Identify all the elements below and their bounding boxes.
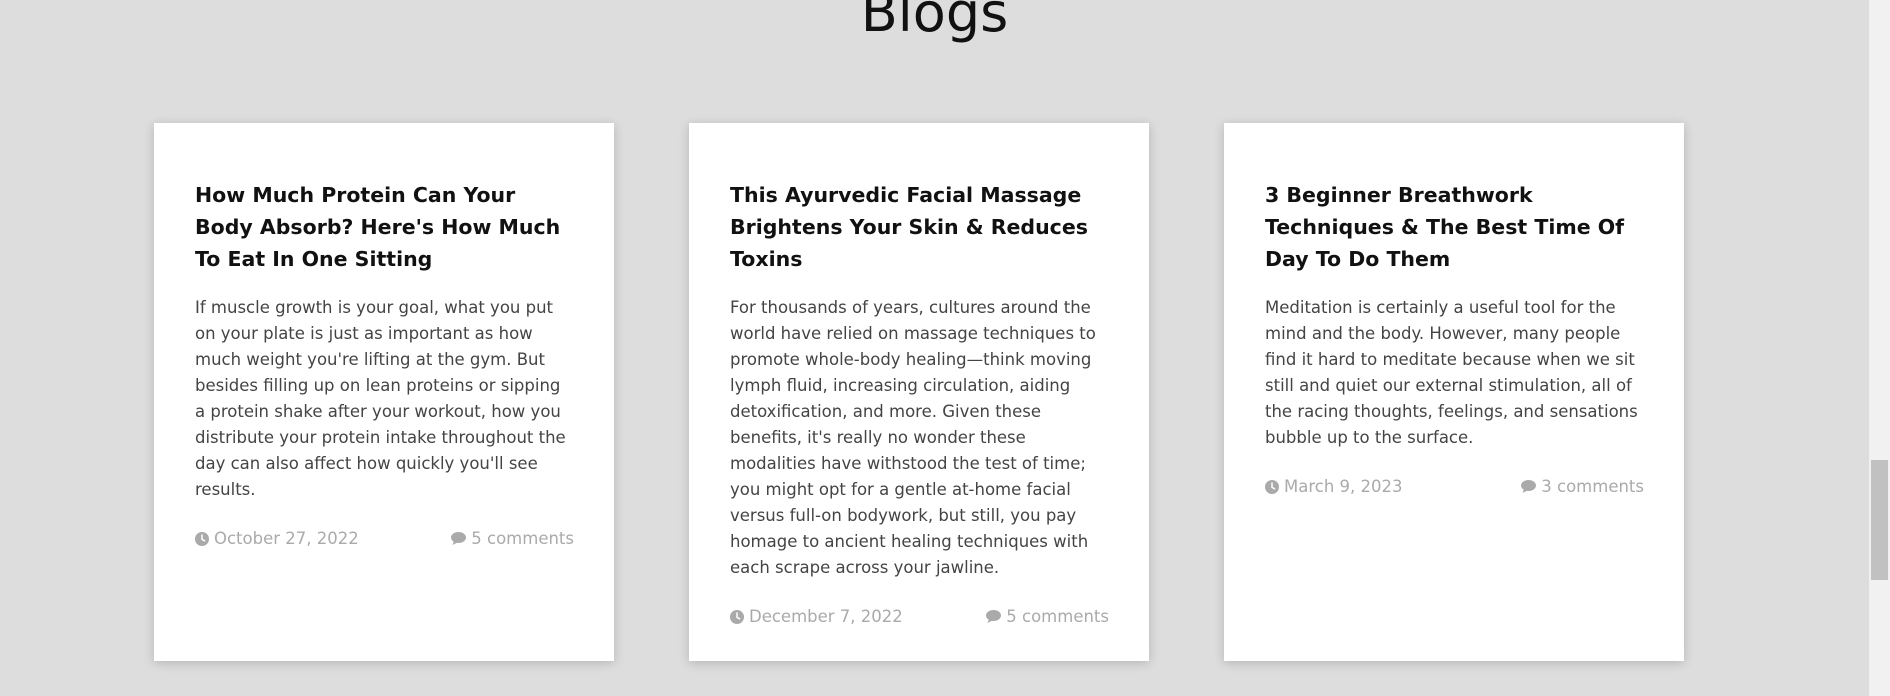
clock-icon [730,609,744,624]
blog-card-excerpt: For thousands of years, cultures around … [730,298,1096,577]
clock-icon [1265,479,1279,494]
clock-icon [195,531,209,546]
blog-card-meta: October 27, 2022 5 comments [195,529,574,548]
post-date: October 27, 2022 [195,529,359,548]
blog-card-excerpt: Meditation is certainly a useful tool fo… [1265,298,1638,447]
blog-card-title[interactable]: This Ayurvedic Facial Massage Brightens … [730,179,1109,275]
blog-card-title[interactable]: How Much Protein Can Your Body Absorb? H… [195,179,574,275]
post-date-text: March 9, 2023 [1284,477,1403,496]
blog-card-excerpt: If muscle growth is your goal, what you … [195,298,566,499]
blogs-page: Blogs How Much Protein Can Your Body Abs… [0,0,1890,696]
scrollbar-thumb[interactable] [1871,460,1888,580]
post-comments-link[interactable]: 5 comments [986,607,1109,626]
post-date: December 7, 2022 [730,607,903,626]
post-date: March 9, 2023 [1265,477,1403,496]
post-comments-link[interactable]: 5 comments [451,529,574,548]
blog-card-title[interactable]: 3 Beginner Breathwork Techniques & The B… [1265,179,1644,275]
section-title: Blogs [860,0,1009,44]
blog-card-meta: December 7, 2022 5 comments [730,607,1109,626]
post-comments-text: 5 comments [471,529,574,548]
post-comments-text: 3 comments [1541,477,1644,496]
post-date-text: October 27, 2022 [214,529,359,548]
comment-icon [986,610,1002,623]
blog-card-meta: March 9, 2023 3 comments [1265,477,1644,496]
comment-icon [451,532,467,545]
post-date-text: December 7, 2022 [749,607,903,626]
blog-card[interactable]: 3 Beginner Breathwork Techniques & The B… [1224,123,1684,661]
post-comments-text: 5 comments [1006,607,1109,626]
comment-icon [1521,480,1537,493]
scrollbar-track[interactable] [1869,0,1890,696]
post-comments-link[interactable]: 3 comments [1521,477,1644,496]
blog-card[interactable]: This Ayurvedic Facial Massage Brightens … [689,123,1149,661]
blog-card[interactable]: How Much Protein Can Your Body Absorb? H… [154,123,614,661]
